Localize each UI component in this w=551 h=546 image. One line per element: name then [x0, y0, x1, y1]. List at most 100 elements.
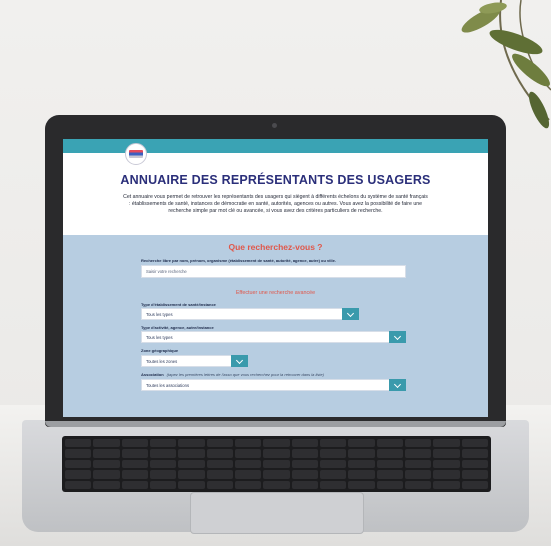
keyboard-key	[348, 470, 375, 479]
keyboard-key	[121, 449, 148, 458]
keyboard-key	[320, 439, 347, 448]
keyboard-key	[376, 449, 403, 458]
chevron-down-icon	[393, 332, 402, 340]
keyboard-key	[376, 439, 403, 448]
laptop-hinge	[45, 421, 506, 427]
keyboard-key	[93, 459, 120, 469]
type-activite-select[interactable]: Tous les types	[141, 331, 406, 343]
chevron-down-icon	[346, 309, 355, 317]
laptop-lid: ANNUAIRE DES REPRÉSENTANTS DES USAGERS C…	[45, 115, 506, 427]
keyboard-key	[320, 459, 347, 469]
keyboard-key	[348, 449, 375, 458]
keyboard-key	[93, 480, 120, 489]
type-activite-label: Type d'activité, agence, autre/instance	[141, 325, 214, 330]
free-search-input[interactable]: Saisir votre recherche	[141, 265, 406, 278]
type-etab-dropdown-button[interactable]	[342, 308, 359, 320]
keyboard-key	[263, 480, 290, 489]
keyboard-key	[93, 439, 120, 448]
keyboard-key	[178, 480, 205, 489]
zone-value: Toutes les zones	[146, 358, 178, 364]
keyboard-key	[461, 459, 488, 469]
keyboard-key	[235, 449, 262, 458]
zone-dropdown-button[interactable]	[231, 355, 248, 367]
webcam	[272, 123, 277, 128]
keyboard-key	[206, 449, 233, 458]
keyboard-key	[405, 480, 432, 489]
keyboard-key	[348, 459, 375, 469]
laptop-trackpad	[190, 492, 364, 534]
laptop-keyboard	[62, 436, 491, 492]
keyboard-key	[291, 439, 318, 448]
keyboard-key	[150, 439, 177, 448]
keyboard-key	[320, 470, 347, 479]
type-etab-label: Type d'établissement de santé/instance	[141, 302, 216, 307]
keyboard-key	[150, 459, 177, 469]
keyboard-key	[235, 439, 262, 448]
keyboard-key	[461, 470, 488, 479]
search-heading: Que recherchez-vous ?	[228, 242, 323, 252]
keyboard-key	[93, 449, 120, 458]
keyboard-key	[433, 439, 460, 448]
keyboard-key	[348, 480, 375, 489]
type-etab-select[interactable]: Tous les types	[141, 308, 359, 320]
keyboard-key	[206, 439, 233, 448]
keyboard-key	[291, 449, 318, 458]
type-activite-value: Tous les types	[146, 334, 173, 340]
keyboard-key	[178, 459, 205, 469]
keyboard-key	[405, 459, 432, 469]
page-title: ANNUAIRE DES REPRÉSENTANTS DES USAGERS	[120, 173, 431, 187]
keyboard-key	[121, 480, 148, 489]
keyboard-key	[320, 480, 347, 489]
association-hint: (tapez les premières lettres de l'asso q…	[166, 372, 324, 377]
association-label: Association (tapez les premières lettres …	[141, 372, 324, 377]
keyboard-key	[178, 439, 205, 448]
keyboard-key	[433, 449, 460, 458]
logo-icon[interactable]	[125, 143, 147, 165]
keyboard-key	[461, 449, 488, 458]
keyboard-key	[433, 470, 460, 479]
keyboard-key	[65, 480, 92, 489]
keyboard-key	[121, 439, 148, 448]
association-label-text: Association	[141, 372, 164, 377]
keyboard-key	[206, 459, 233, 469]
association-select[interactable]: Toutes les associations	[141, 379, 406, 391]
keyboard-key	[263, 459, 290, 469]
keyboard-key	[433, 480, 460, 489]
keyboard-key	[150, 449, 177, 458]
keyboard-key	[376, 470, 403, 479]
keyboard-key	[376, 459, 403, 469]
keyboard-key	[65, 470, 92, 479]
chevron-down-icon	[393, 380, 402, 388]
keyboard-key	[291, 480, 318, 489]
keyboard-key	[405, 439, 432, 448]
keyboard-key	[206, 480, 233, 489]
keyboard-key	[235, 480, 262, 489]
keyboard-key	[291, 459, 318, 469]
keyboard-key	[348, 439, 375, 448]
keyboard-key	[320, 449, 347, 458]
free-search-label: Recherche libre par nom, prénom, organis…	[141, 258, 336, 263]
keyboard-key	[263, 470, 290, 479]
zone-select[interactable]: Toutes les zones	[141, 355, 248, 367]
chevron-down-icon	[235, 356, 244, 364]
keyboard-key	[263, 439, 290, 448]
type-etab-value: Tous les types	[146, 311, 173, 317]
keyboard-key	[65, 449, 92, 458]
keyboard-key	[235, 459, 262, 469]
association-value: Toutes les associations	[146, 382, 190, 388]
keyboard-key	[65, 439, 92, 448]
keyboard-key	[405, 449, 432, 458]
keyboard-key	[291, 470, 318, 479]
keyboard-key	[93, 470, 120, 479]
keyboard-key	[433, 459, 460, 469]
keyboard-key	[178, 449, 205, 458]
type-activite-dropdown-button[interactable]	[389, 331, 406, 343]
keyboard-key	[206, 470, 233, 479]
keyboard-key	[178, 470, 205, 479]
keyboard-key	[405, 470, 432, 479]
search-panel: Que recherchez-vous ? Recherche libre pa…	[63, 235, 488, 417]
keyboard-key	[121, 459, 148, 469]
keyboard-key	[376, 480, 403, 489]
association-dropdown-button[interactable]	[389, 379, 406, 391]
keyboard-key	[461, 439, 488, 448]
